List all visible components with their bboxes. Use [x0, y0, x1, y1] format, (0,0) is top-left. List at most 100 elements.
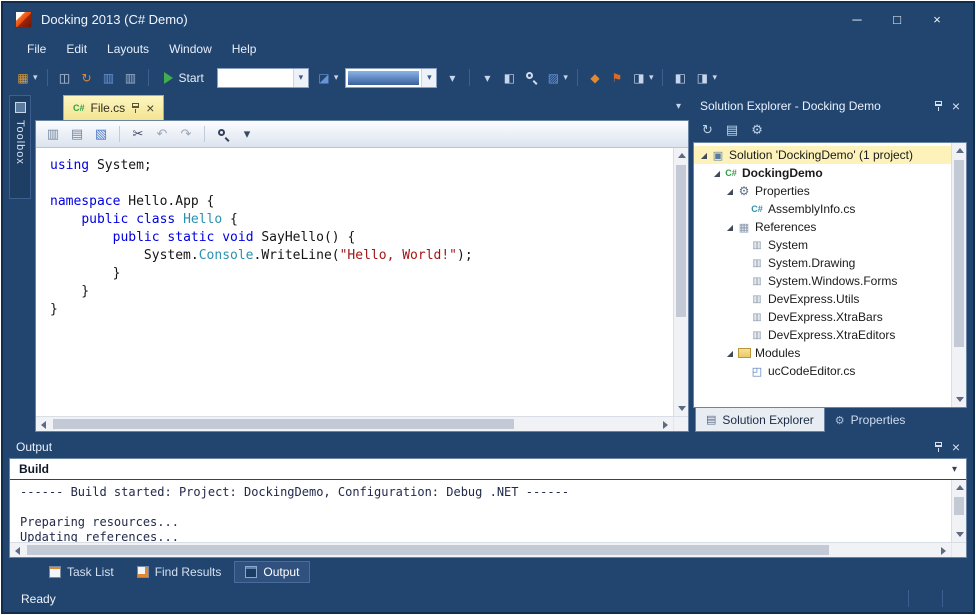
close-tab-icon[interactable]: ×: [146, 101, 154, 115]
layout-dropdown-icon[interactable]: ▦: [13, 68, 33, 88]
scroll-right-button[interactable]: [936, 543, 951, 558]
menu-item-window[interactable]: Window: [159, 38, 222, 60]
tree-row-system[interactable]: ▥System: [694, 236, 951, 254]
close-panel-icon[interactable]: ×: [952, 440, 960, 454]
paste-icon[interactable]: ▧: [92, 125, 110, 143]
tree-row-system-drawing[interactable]: ▥System.Drawing: [694, 254, 951, 272]
scroll-down-button[interactable]: [674, 401, 689, 416]
scroll-track[interactable]: [952, 158, 966, 392]
palette-icon[interactable]: ◆: [585, 68, 605, 88]
pin-icon[interactable]: [131, 102, 140, 114]
view-dropdown-icon[interactable]: ▾: [477, 68, 497, 88]
tree-row-solution-dockingdemo-1-project-[interactable]: ◢▣Solution 'DockingDemo' (1 project): [694, 146, 951, 164]
code-editor[interactable]: using System;namespace Hello.App { publi…: [36, 148, 673, 416]
dock-right-icon[interactable]: ◨: [692, 68, 712, 88]
toolbox-tab[interactable]: Toolbox: [9, 95, 31, 199]
chevron-down-icon[interactable]: ▾: [563, 72, 568, 83]
bottom-tab-find-results[interactable]: Find Results: [127, 561, 232, 583]
tree-row-dockingdemo[interactable]: ◢C#DockingDemo: [694, 164, 951, 182]
scroll-up-button[interactable]: [952, 143, 967, 158]
output-source-combo[interactable]: Build ▾: [10, 459, 966, 480]
tree-row-devexpress-utils[interactable]: ▥DevExpress.Utils: [694, 290, 951, 308]
theme-icon[interactable]: ▨: [543, 68, 563, 88]
output-vertical-scrollbar[interactable]: [951, 480, 966, 542]
cut-icon[interactable]: ✂: [129, 125, 147, 143]
skin-options-caret-icon[interactable]: ▾: [442, 68, 462, 88]
show-all-files-icon[interactable]: ▤: [726, 122, 738, 138]
scroll-track[interactable]: [674, 163, 688, 401]
expander-icon[interactable]: ◢: [724, 349, 736, 358]
scroll-right-button[interactable]: [658, 417, 673, 432]
chevron-down-icon[interactable]: ▾: [649, 72, 654, 83]
copy-icon[interactable]: ▤: [68, 125, 86, 143]
save-layout-icon[interactable]: ▥: [99, 68, 119, 88]
scroll-thumb[interactable]: [27, 545, 829, 555]
search-icon[interactable]: [521, 68, 541, 88]
pin-icon[interactable]: [934, 441, 943, 453]
chevron-down-icon[interactable]: ▾: [712, 72, 717, 83]
scroll-left-button[interactable]: [36, 417, 51, 432]
layout-combo[interactable]: ▾: [217, 68, 309, 88]
tree-row-system-windows-forms[interactable]: ▥System.Windows.Forms: [694, 272, 951, 290]
chevron-down-icon[interactable]: ▾: [952, 464, 957, 475]
scroll-left-button[interactable]: [10, 543, 25, 558]
chevron-down-icon[interactable]: ▾: [421, 69, 436, 87]
scroll-thumb[interactable]: [676, 165, 686, 317]
float-panel-icon[interactable]: ◧: [499, 68, 519, 88]
tree-row-devexpress-xtrabars[interactable]: ▥DevExpress.XtraBars: [694, 308, 951, 326]
scroll-up-button[interactable]: [674, 148, 689, 163]
tree-row-devexpress-xtraeditors[interactable]: ▥DevExpress.XtraEditors: [694, 326, 951, 344]
scroll-down-button[interactable]: [952, 392, 967, 407]
bottom-tab-task-list[interactable]: Task List: [39, 561, 124, 583]
bottom-tab-output[interactable]: Output: [234, 561, 310, 583]
maximize-button[interactable]: □: [877, 12, 917, 27]
new-panel-icon[interactable]: ◫: [55, 68, 75, 88]
scroll-track[interactable]: [51, 417, 658, 431]
attach-icon[interactable]: ◪: [314, 68, 334, 88]
properties-icon[interactable]: ⚙: [751, 122, 763, 138]
save-all-icon[interactable]: ▥: [121, 68, 141, 88]
tab-properties[interactable]: ⚙Properties: [825, 408, 916, 432]
minimize-button[interactable]: ─: [837, 12, 877, 27]
editor-vertical-scrollbar[interactable]: [673, 148, 688, 416]
scroll-down-button[interactable]: [952, 527, 967, 542]
close-button[interactable]: ×: [917, 12, 957, 27]
output-horizontal-scrollbar[interactable]: [10, 543, 951, 557]
document-tab-file-cs[interactable]: C# File.cs ×: [63, 95, 164, 120]
chevron-down-icon[interactable]: ▾: [33, 72, 38, 83]
scroll-up-button[interactable]: [952, 480, 967, 495]
tree-row-properties[interactable]: ◢⚙Properties: [694, 182, 951, 200]
menu-item-layouts[interactable]: Layouts: [97, 38, 159, 60]
menu-item-file[interactable]: File: [17, 38, 56, 60]
skin-combo[interactable]: ▾: [345, 68, 437, 88]
chevron-down-icon[interactable]: ▾: [334, 72, 339, 83]
menu-item-edit[interactable]: Edit: [56, 38, 97, 60]
tab-list-caret-icon[interactable]: ▾: [676, 101, 681, 112]
windows-icon[interactable]: ◨: [629, 68, 649, 88]
expander-icon[interactable]: ◢: [724, 187, 736, 196]
reset-layout-icon[interactable]: ↻: [77, 68, 97, 88]
flag-icon[interactable]: ⚑: [607, 68, 627, 88]
chevron-down-icon[interactable]: ▾: [293, 69, 308, 87]
editor-horizontal-scrollbar[interactable]: [36, 417, 673, 431]
output-text[interactable]: ------ Build started: Project: DockingDe…: [10, 480, 951, 542]
zoom-icon[interactable]: [214, 125, 232, 143]
zoom-caret-icon[interactable]: ▾: [238, 125, 256, 143]
expander-icon[interactable]: ◢: [711, 169, 723, 178]
scroll-thumb[interactable]: [954, 497, 964, 515]
tree-vertical-scrollbar[interactable]: [951, 143, 966, 407]
pin-icon[interactable]: [934, 100, 943, 112]
expander-icon[interactable]: ◢: [724, 223, 736, 232]
expander-icon[interactable]: ◢: [698, 151, 710, 160]
menu-item-help[interactable]: Help: [222, 38, 267, 60]
close-panel-icon[interactable]: ×: [952, 99, 960, 113]
refresh-icon[interactable]: ↻: [702, 122, 713, 138]
save-icon[interactable]: ▥: [44, 125, 62, 143]
scroll-thumb[interactable]: [53, 419, 514, 429]
scroll-thumb[interactable]: [954, 160, 964, 347]
tree-row-modules[interactable]: ◢Modules: [694, 344, 951, 362]
undo-icon[interactable]: ↶: [153, 125, 171, 143]
tree-row-uccodeeditor-cs[interactable]: ◰ucCodeEditor.cs: [694, 362, 951, 380]
tree-row-assemblyinfo-cs[interactable]: C#AssemblyInfo.cs: [694, 200, 951, 218]
scroll-track[interactable]: [952, 495, 966, 527]
